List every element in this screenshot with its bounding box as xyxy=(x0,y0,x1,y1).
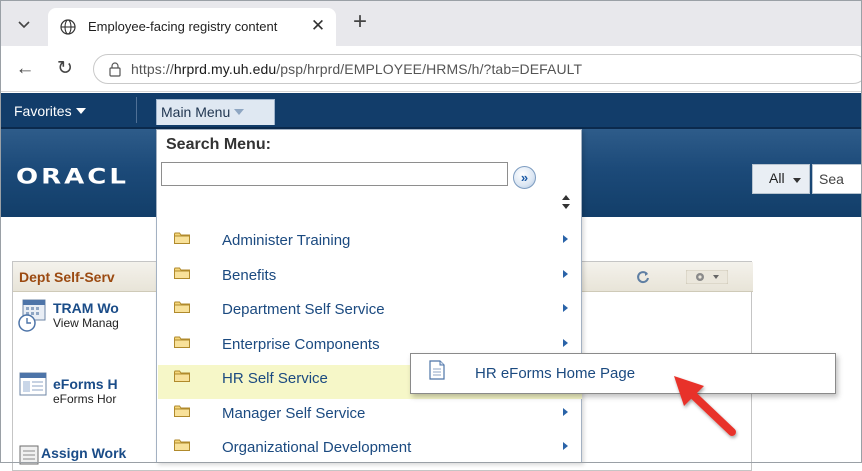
caret-down-icon xyxy=(75,108,86,114)
tab-close-icon[interactable]: ✕ xyxy=(308,16,328,36)
url-host: hrprd.my.uh.edu xyxy=(173,61,277,77)
submenu-arrow-icon xyxy=(563,339,568,347)
menu-item-manager-self-service[interactable]: Manager Self Service xyxy=(158,400,582,434)
folder-icon xyxy=(174,405,190,417)
tab-list-button[interactable] xyxy=(11,12,37,38)
settings-gear-icon[interactable] xyxy=(686,270,728,284)
tram-workcenter-link[interactable]: TRAM Wo xyxy=(53,300,119,316)
main-menu-dropdown: Search Menu: » Administer Training Benefi… xyxy=(156,129,582,463)
new-tab-plus-icon[interactable]: + xyxy=(347,10,373,36)
submenu-item-label: HR eForms Home Page xyxy=(475,365,636,382)
browser-tab-strip: Employee-facing registry content ✕ + xyxy=(0,0,862,46)
menu-item-label: Organizational Development xyxy=(222,439,412,456)
annotation-arrow-icon xyxy=(674,376,736,436)
reload-icon[interactable]: ↻ xyxy=(54,58,76,80)
tram-workcenter-desc: View Manag xyxy=(53,316,119,330)
sort-icon[interactable] xyxy=(561,194,571,210)
menu-item-label: Manager Self Service xyxy=(222,405,366,422)
calendar-clock-icon xyxy=(18,299,46,332)
search-go-button[interactable]: » xyxy=(513,166,536,189)
folder-icon xyxy=(174,301,190,313)
menu-item-administer-training[interactable]: Administer Training xyxy=(158,227,582,261)
menu-item-benefits[interactable]: Benefits xyxy=(158,262,582,296)
navbar-divider xyxy=(136,97,137,123)
refresh-icon[interactable] xyxy=(636,270,650,284)
address-bar[interactable]: https://hrprd.my.uh.edu/psp/hrprd/EMPLOY… xyxy=(93,54,862,84)
menu-item-label: Department Self Service xyxy=(222,301,385,318)
search-menu-input[interactable] xyxy=(161,162,508,186)
menu-item-label: Benefits xyxy=(222,267,277,284)
back-arrow-icon[interactable]: ← xyxy=(14,58,36,80)
search-scope-value: All xyxy=(769,170,785,186)
folder-icon xyxy=(174,370,190,382)
global-search-placeholder: Sea xyxy=(819,171,844,187)
menu-item-department-self-service[interactable]: Department Self Service xyxy=(158,296,582,330)
browser-tab[interactable]: Employee-facing registry content ✕ xyxy=(48,8,336,46)
tab-title: Employee-facing registry content xyxy=(88,19,278,34)
assign-work-link[interactable]: Assign Work xyxy=(25,445,126,461)
caret-down-icon xyxy=(234,109,245,115)
submenu-arrow-icon xyxy=(563,442,568,450)
menu-item-label: Administer Training xyxy=(222,232,351,249)
search-scope-select[interactable]: All xyxy=(752,164,810,194)
submenu-arrow-icon xyxy=(563,270,568,278)
pagelet-title: Dept Self-Serv xyxy=(19,269,115,285)
favorites-menu[interactable]: Favorites xyxy=(14,103,86,119)
oracle-logo: ORACL xyxy=(16,164,129,190)
caret-down-icon xyxy=(793,178,801,183)
site-info-icon[interactable] xyxy=(108,62,122,77)
folder-icon xyxy=(174,267,190,279)
eforms-home-link[interactable]: eForms H xyxy=(53,376,118,392)
eforms-home-desc: eForms Hor xyxy=(53,392,117,406)
main-menu-button[interactable]: Main Menu xyxy=(156,99,275,125)
eforms-window-icon xyxy=(19,372,47,396)
submenu-arrow-icon xyxy=(563,408,568,416)
globe-icon xyxy=(60,19,76,35)
hr-self-service-submenu: HR eForms Home Page xyxy=(410,353,836,394)
chevron-down-icon xyxy=(18,21,30,29)
search-menu-label: Search Menu: xyxy=(166,136,271,153)
main-menu-label: Main Menu xyxy=(161,104,245,120)
menu-item-label: HR Self Service xyxy=(222,370,328,387)
address-url: https://hrprd.my.uh.edu/psp/hrprd/EMPLOY… xyxy=(131,61,583,77)
submenu-arrow-icon xyxy=(563,304,568,312)
browser-toolbar: ← ↻ https://hrprd.my.uh.edu/psp/hrprd/EM… xyxy=(0,46,862,92)
folder-icon xyxy=(174,439,190,451)
portal-navbar: Favorites Main Menu xyxy=(0,93,862,129)
submenu-item-hr-eforms-home[interactable]: HR eForms Home Page xyxy=(411,354,835,393)
folder-icon xyxy=(174,232,190,244)
global-search-input[interactable]: Sea xyxy=(812,164,862,194)
submenu-arrow-icon xyxy=(563,235,568,243)
folder-icon xyxy=(174,336,190,348)
document-icon xyxy=(429,360,445,380)
menu-item-label: Enterprise Components xyxy=(222,336,380,353)
